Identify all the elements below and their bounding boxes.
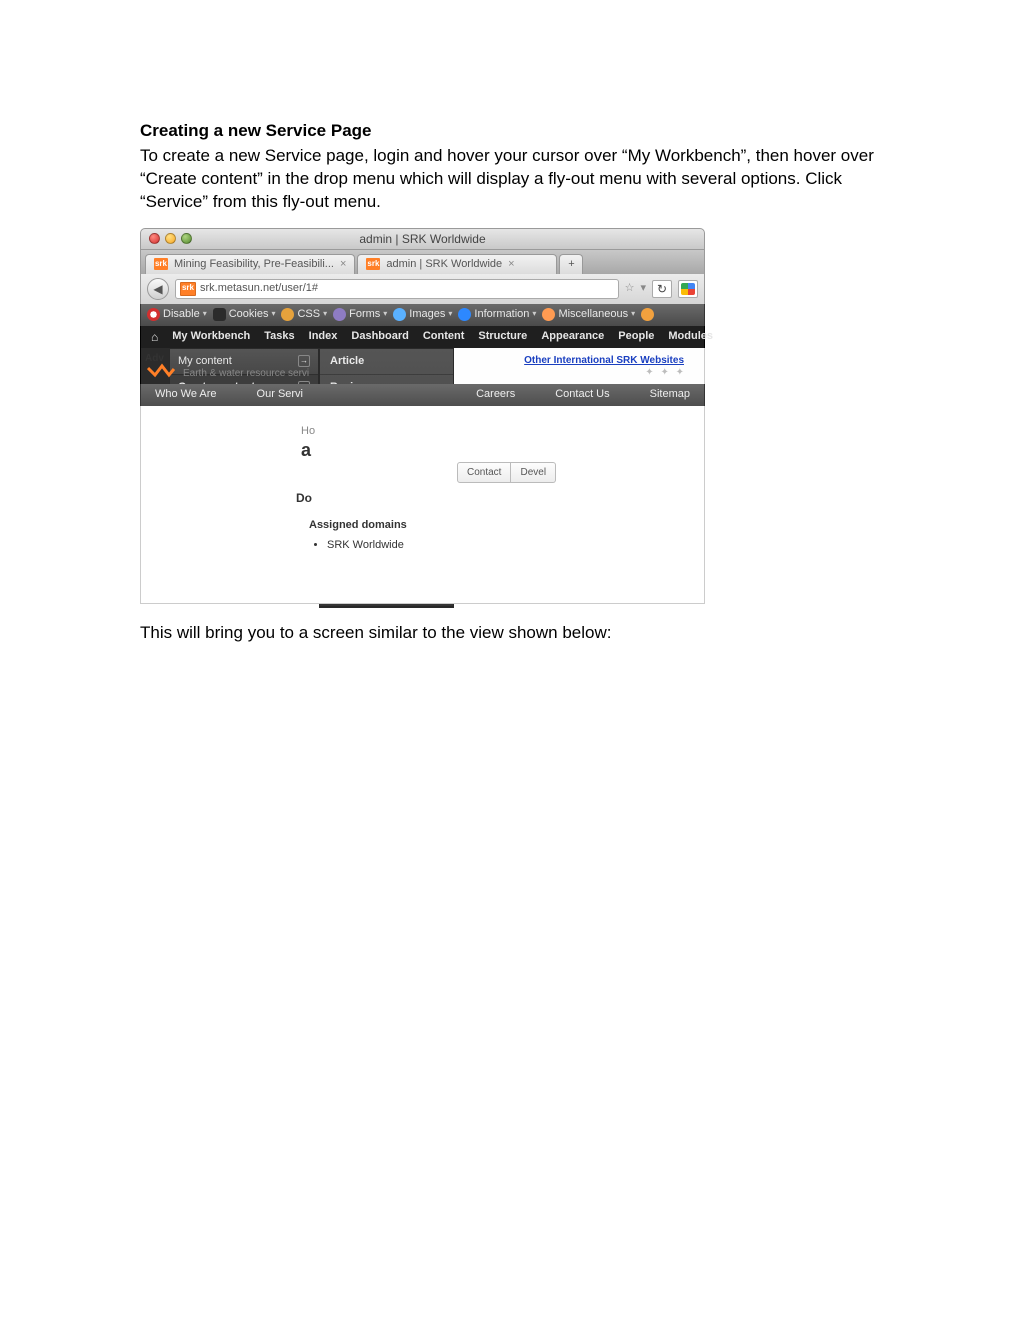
- page-content: Ho a Do Contact Devel Assigned domains S…: [140, 406, 705, 604]
- site-nav: Who We Are Our Servi Careers Contact Us …: [140, 384, 705, 406]
- nav-our-services[interactable]: Our Servi: [257, 387, 303, 402]
- reload-button[interactable]: ↻: [652, 280, 672, 298]
- assigned-domains-heading: Assigned domains: [309, 518, 407, 533]
- person-icon: [213, 308, 226, 321]
- admin-appearance[interactable]: Appearance: [541, 329, 604, 344]
- tab-2-label: admin | SRK Worldwide: [386, 257, 502, 272]
- bg-text-do: Do: [296, 490, 312, 506]
- bg-text-ho: Ho: [301, 424, 315, 439]
- admin-content[interactable]: Content: [423, 329, 465, 344]
- site-header-strip: My content → Create content → Article Ba…: [140, 348, 705, 384]
- doc-heading: Creating a new Service Page: [140, 120, 880, 143]
- outline-icon: [641, 308, 654, 321]
- local-tabs: Contact Devel: [457, 462, 556, 484]
- misc-icon: [542, 308, 555, 321]
- assigned-domains-list: SRK Worldwide: [313, 538, 404, 553]
- dev-disable[interactable]: Disable▾: [147, 307, 207, 322]
- admin-modules[interactable]: Modules: [668, 329, 713, 344]
- admin-tasks[interactable]: Tasks: [264, 329, 294, 344]
- admin-structure[interactable]: Structure: [478, 329, 527, 344]
- bg-text-a: a: [301, 438, 311, 462]
- tab-devel[interactable]: Devel: [511, 462, 556, 484]
- dev-forms[interactable]: Forms▾: [333, 307, 387, 322]
- bookmark-star-icon[interactable]: ☆: [625, 281, 635, 296]
- back-button[interactable]: ◀: [147, 278, 169, 300]
- admin-my-workbench[interactable]: My Workbench: [172, 329, 250, 344]
- favicon-icon: srk: [154, 258, 168, 270]
- tab-1-label: Mining Feasibility, Pre-Feasibili...: [174, 257, 334, 272]
- dev-css[interactable]: CSS▾: [281, 307, 327, 322]
- back-arrow-icon: ◀: [153, 281, 162, 297]
- admin-index[interactable]: Index: [309, 329, 338, 344]
- url-text: srk.metasun.net/user/1#: [200, 281, 318, 296]
- google-icon[interactable]: [678, 280, 698, 298]
- url-field[interactable]: srk srk.metasun.net/user/1#: [175, 279, 619, 299]
- window-title: admin | SRK Worldwide: [141, 231, 704, 247]
- expand-icon: →: [298, 355, 310, 367]
- dev-toolbar: Disable▾ Cookies▾ CSS▾ Forms▾ Images▾ In…: [140, 304, 705, 326]
- forms-icon: [333, 308, 346, 321]
- url-actions: ☆ ▾ ↻: [625, 280, 672, 298]
- dev-cookies[interactable]: Cookies▾: [213, 307, 276, 322]
- admin-dashboard[interactable]: Dashboard: [351, 329, 408, 344]
- site-logo-icon: [147, 362, 175, 378]
- nav-contact-us[interactable]: Contact Us: [555, 387, 609, 402]
- screenshot: admin | SRK Worldwide srk Mining Feasibi…: [140, 228, 705, 604]
- window-titlebar: admin | SRK Worldwide: [140, 228, 705, 250]
- assigned-domain-item: SRK Worldwide: [327, 538, 404, 553]
- favicon-icon: srk: [180, 282, 196, 296]
- dev-outline[interactable]: [641, 308, 654, 321]
- admin-bar: ⌂ My Workbench Tasks Index Dashboard Con…: [140, 326, 705, 348]
- url-bar: ◀ srk srk.metasun.net/user/1# ☆ ▾ ↻: [140, 274, 705, 304]
- home-icon[interactable]: ⌂: [151, 329, 158, 345]
- dev-images[interactable]: Images▾: [393, 307, 452, 322]
- dev-misc[interactable]: Miscellaneous▾: [542, 307, 635, 322]
- doc-intro: To create a new Service page, login and …: [140, 145, 880, 214]
- nav-careers[interactable]: Careers: [476, 387, 515, 402]
- world-map-icon: ✦ ✦ ✦: [645, 366, 686, 380]
- tab-contact[interactable]: Contact: [457, 462, 511, 484]
- admin-people[interactable]: People: [618, 329, 654, 344]
- flyout-item-article[interactable]: Article: [320, 349, 453, 375]
- doc-followup: This will bring you to a screen similar …: [140, 622, 880, 645]
- images-icon: [393, 308, 406, 321]
- dropdown-caret-icon[interactable]: ▾: [640, 281, 646, 296]
- disable-icon: [147, 308, 160, 321]
- favicon-icon: srk: [366, 258, 380, 270]
- nav-sitemap[interactable]: Sitemap: [650, 387, 690, 402]
- new-tab-button[interactable]: +: [559, 254, 583, 274]
- browser-tab-2[interactable]: srk admin | SRK Worldwide ×: [357, 254, 557, 274]
- browser-tabbar: srk Mining Feasibility, Pre-Feasibili...…: [140, 250, 705, 274]
- browser-tab-1[interactable]: srk Mining Feasibility, Pre-Feasibili...…: [145, 254, 355, 274]
- close-tab-icon[interactable]: ×: [508, 257, 514, 272]
- close-tab-icon[interactable]: ×: [340, 257, 346, 272]
- info-icon: [458, 308, 471, 321]
- pencil-icon: [281, 308, 294, 321]
- nav-who-we-are[interactable]: Who We Are: [155, 387, 217, 402]
- site-tagline: Earth & water resource servi: [183, 367, 309, 381]
- dev-information[interactable]: Information▾: [458, 307, 536, 322]
